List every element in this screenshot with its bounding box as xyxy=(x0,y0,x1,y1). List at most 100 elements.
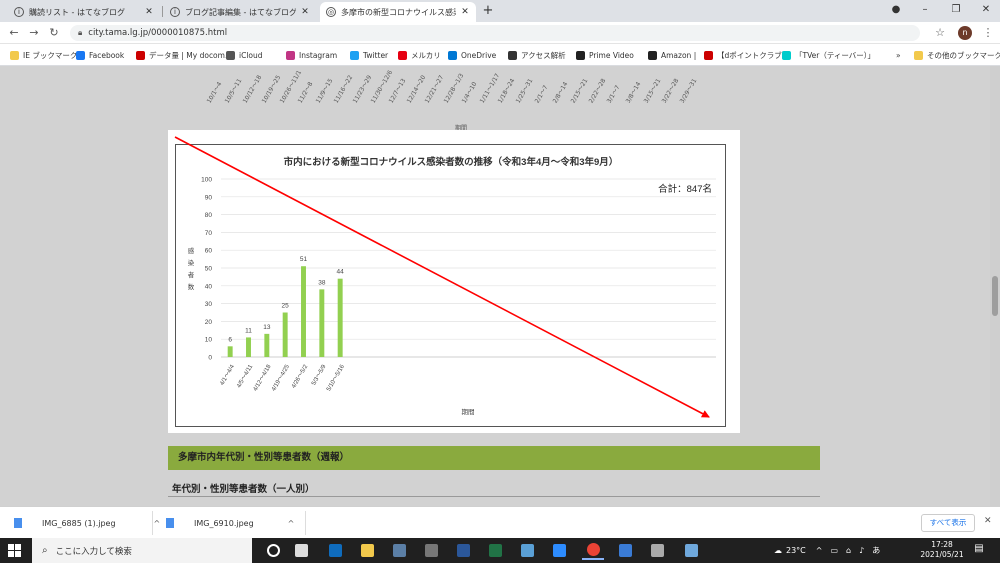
bookmark-label: 【dポイントクラブ】 xyxy=(717,50,790,60)
show-all-downloads-button[interactable]: すべて表示 xyxy=(921,514,975,532)
battery-icon[interactable]: ▭ xyxy=(830,546,838,555)
app-glyph xyxy=(294,544,308,557)
windows-taskbar: ⌕ ここに入力して検索 ☁ 23°C ^ ▭ ⌂ ♪ あ 17:28 2021/… xyxy=(0,538,1000,563)
weather-icon[interactable]: ☁ xyxy=(774,546,782,555)
bookmark-favicon-icon xyxy=(136,50,145,60)
minimize-button[interactable]: – xyxy=(915,2,935,18)
taskbar-app12-icon[interactable] xyxy=(680,541,702,560)
taskbar-excel-icon[interactable] xyxy=(484,541,506,560)
close-tab-icon[interactable]: ✕ xyxy=(300,7,310,17)
taskbar-app7-icon[interactable] xyxy=(516,541,538,560)
download-filename: IMG_6885 (1).jpeg xyxy=(42,518,116,528)
weather-temp[interactable]: 23°C xyxy=(786,546,806,555)
chevron-up-icon[interactable]: ^ xyxy=(288,519,295,528)
bookmark-label: IE ブックマーク xyxy=(23,50,78,60)
taskbar-taskview-icon[interactable] xyxy=(290,541,312,560)
bookmark-favicon-icon xyxy=(226,50,235,60)
notification-icon[interactable]: ▤ xyxy=(972,543,986,557)
app-glyph xyxy=(488,544,502,557)
tab-search-icon[interactable]: ● xyxy=(886,2,906,18)
red-arrow-annotation xyxy=(174,136,710,418)
lock-icon[interactable]: 🔒︎ xyxy=(78,28,82,38)
windows-start-icon[interactable] xyxy=(8,544,21,557)
folder-icon xyxy=(914,50,923,60)
back-arrow-icon[interactable]: ← xyxy=(6,25,22,41)
tray-chevron-up-icon[interactable]: ^ xyxy=(816,546,823,555)
other-bookmarks-folder[interactable]: その他のブックマーク xyxy=(914,49,1000,61)
bookmark-item[interactable]: 【dポイントクラブ】 xyxy=(704,49,789,61)
taskbar-search-box[interactable]: ⌕ ここに入力して検索 xyxy=(32,538,252,563)
previous-chart-tick: 11/2～8 xyxy=(296,80,315,105)
bookmark-label: OneDrive xyxy=(461,50,497,60)
download-divider xyxy=(152,511,153,535)
taskbar-zoom-icon[interactable] xyxy=(548,541,570,560)
tab-blog-edit[interactable]: i ブログ記事編集 - はてなブログ ✕ xyxy=(164,2,316,22)
bookmark-favicon-icon xyxy=(648,50,657,60)
bookmark-label: データ量 | My docom... xyxy=(149,50,233,60)
new-tab-plus-icon[interactable]: + xyxy=(480,3,496,19)
browser-toolbar: ← → ↻ 🔒︎ city.tama.lg.jp/0000010875.html… xyxy=(0,22,1000,44)
taskbar-explorer-icon[interactable] xyxy=(356,541,378,560)
tab-reading-list[interactable]: i 購読リスト - はてなブログ ✕ xyxy=(8,2,160,22)
bookmark-star-icon[interactable]: ☆ xyxy=(932,25,948,41)
bookmark-item[interactable]: OneDrive xyxy=(448,49,496,61)
close-downloads-icon[interactable]: ✕ xyxy=(984,516,992,526)
bookmarks-overflow-button[interactable]: » xyxy=(896,49,901,61)
bookmark-item[interactable]: データ量 | My docom... xyxy=(136,49,232,61)
address-bar[interactable]: 🔒︎ city.tama.lg.jp/0000010875.html xyxy=(70,25,920,41)
volume-icon[interactable]: ♪ xyxy=(859,546,864,555)
taskbar-app3-icon[interactable] xyxy=(388,541,410,560)
ime-indicator[interactable]: あ xyxy=(872,545,880,556)
bookmark-item[interactable]: Twitter xyxy=(350,49,388,61)
close-tab-icon[interactable]: ✕ xyxy=(144,7,154,17)
app-glyph xyxy=(586,543,600,556)
url-text: city.tama.lg.jp/0000010875.html xyxy=(88,28,228,38)
bookmark-label: アクセス解析 xyxy=(521,50,566,60)
tab-title: 多摩市の新型コロナウイルス感染症 xyxy=(341,7,456,17)
maximize-button[interactable]: ❐ xyxy=(946,2,966,18)
hatena-icon: i xyxy=(170,7,180,17)
download-item[interactable]: IMG_6910.jpeg ^ xyxy=(166,507,294,539)
bookmark-favicon-icon xyxy=(576,50,585,60)
taskbar-calculator-icon[interactable] xyxy=(420,541,442,560)
profile-avatar[interactable]: n xyxy=(958,26,972,40)
previous-chart-tick: 10/1～4 xyxy=(205,80,224,105)
taskbar-cortana-icon[interactable] xyxy=(262,541,284,560)
bookmark-item[interactable]: アクセス解析 xyxy=(508,49,566,61)
bookmark-item[interactable]: Amazon | xyxy=(648,49,696,61)
bookmark-label: メルカリ xyxy=(411,50,441,60)
bookmark-label: Instagram xyxy=(299,50,338,60)
taskbar-word-icon[interactable] xyxy=(452,541,474,560)
bookmark-item[interactable]: Facebook xyxy=(76,49,124,61)
reload-icon[interactable]: ↻ xyxy=(46,25,62,41)
close-tab-icon[interactable]: ✕ xyxy=(460,7,470,17)
taskbar-photos-icon[interactable] xyxy=(614,541,636,560)
download-item[interactable]: IMG_6885 (1).jpeg ^ xyxy=(14,507,160,539)
bookmark-item[interactable]: Prime Video xyxy=(576,49,634,61)
chevron-up-icon[interactable]: ^ xyxy=(154,519,161,528)
taskbar-chrome-icon[interactable] xyxy=(582,541,604,560)
bookmark-label: Facebook xyxy=(89,50,125,60)
network-icon[interactable]: ⌂ xyxy=(846,546,851,555)
bookmark-item[interactable]: IE ブックマーク xyxy=(10,49,77,61)
forward-arrow-icon[interactable]: → xyxy=(26,25,42,41)
close-window-button[interactable]: ✕ xyxy=(976,2,996,18)
menu-kebab-icon[interactable]: ⋮ xyxy=(980,25,996,41)
search-placeholder: ここに入力して検索 xyxy=(55,546,132,557)
taskbar-outlook-icon[interactable] xyxy=(324,541,346,560)
bookmark-label: Amazon | xyxy=(661,50,697,60)
app-glyph xyxy=(266,544,280,557)
bookmark-item[interactable]: Instagram xyxy=(286,49,337,61)
taskbar-clock[interactable]: 17:28 2021/05/21 xyxy=(920,540,964,560)
app-glyph xyxy=(520,544,534,557)
bookmark-item[interactable]: メルカリ xyxy=(398,49,441,61)
bookmark-item[interactable]: 「TVer（ティーバー）」 xyxy=(782,49,875,61)
taskbar-app11-icon[interactable] xyxy=(646,541,668,560)
bookmark-favicon-icon xyxy=(350,50,359,60)
scrollbar-thumb[interactable] xyxy=(992,276,998,316)
tab-tama-covid[interactable]: ◎ 多摩市の新型コロナウイルス感染症 ✕ xyxy=(320,2,476,22)
bookmark-label: iCloud xyxy=(239,50,263,60)
bookmark-item[interactable]: iCloud xyxy=(226,49,263,61)
tama-city-icon: ◎ xyxy=(326,7,336,17)
page-scrollbar[interactable] xyxy=(990,66,1000,506)
